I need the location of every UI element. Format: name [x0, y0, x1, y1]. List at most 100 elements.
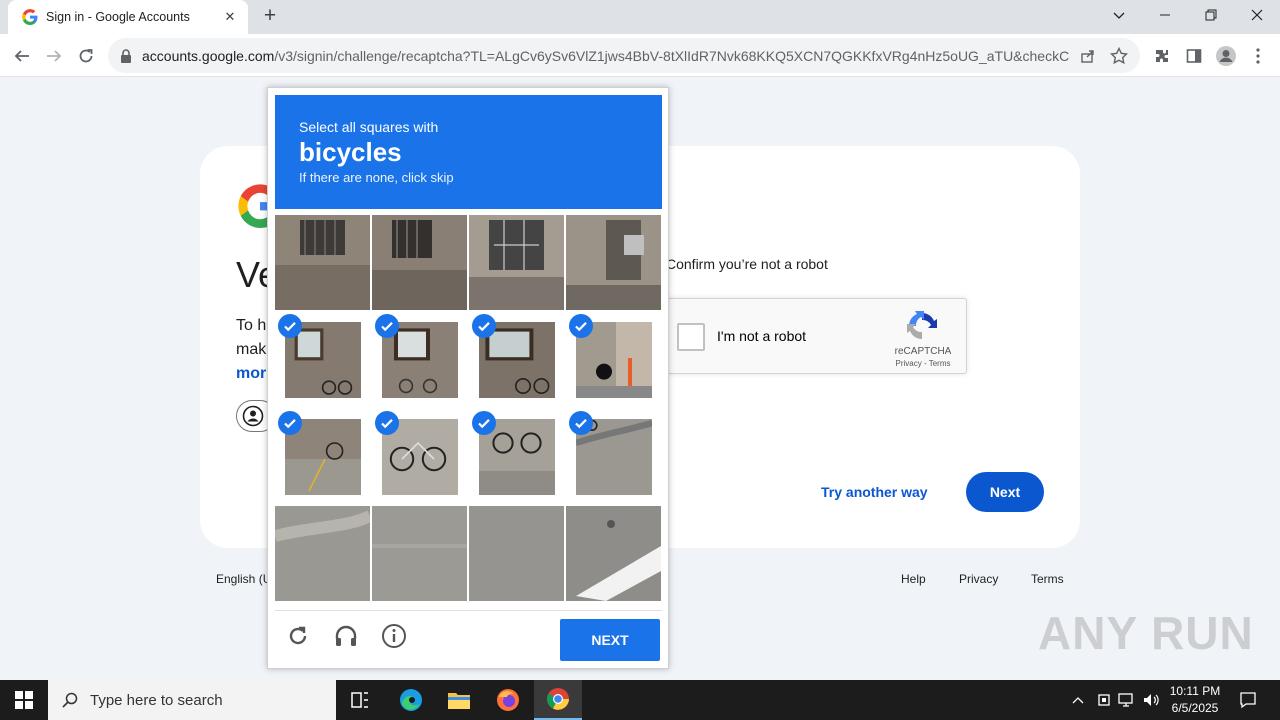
captcha-tile[interactable] — [372, 215, 467, 310]
tile-selected-check-icon — [375, 411, 399, 435]
account-circle-icon — [242, 405, 264, 427]
recaptcha-privacy-terms-link[interactable]: Privacy - Terms — [889, 359, 957, 368]
language-selector[interactable]: English (U — [216, 572, 271, 586]
learn-more-link[interactable]: mor — [236, 365, 266, 383]
new-tab-button[interactable]: + — [258, 5, 282, 29]
captcha-tile[interactable] — [469, 215, 564, 310]
not-robot-label: I'm not a robot — [717, 328, 807, 344]
challenge-footer: NEXT — [275, 610, 662, 662]
tray-device-icon[interactable] — [1094, 690, 1114, 710]
file-explorer-icon[interactable] — [435, 680, 483, 720]
address-bar[interactable]: accounts.google.com/v3/signin/challenge/… — [108, 38, 1140, 73]
tile-image — [372, 506, 467, 601]
captcha-tile[interactable] — [275, 312, 370, 407]
tile-selected-check-icon — [569, 411, 593, 435]
minimize-button[interactable] — [1142, 0, 1188, 30]
search-placeholder: Type here to search — [90, 691, 223, 709]
chrome-icon[interactable] — [534, 680, 582, 720]
tab-strip: Sign in - Google Accounts ✕ + — [0, 0, 1280, 34]
back-arrow-icon[interactable] — [8, 42, 36, 70]
tile-image — [469, 215, 564, 310]
browser-toolbar: accounts.google.com/v3/signin/challenge/… — [0, 34, 1280, 77]
recaptcha-widget: I'm not a robot reCAPTCHA Privacy - Term… — [664, 298, 967, 374]
firefox-icon[interactable] — [484, 680, 532, 720]
tile-selected-check-icon — [278, 314, 302, 338]
reload-challenge-icon[interactable] — [283, 621, 313, 651]
confirm-text: Confirm you’re not a robot — [666, 256, 828, 272]
tab-sign-in[interactable]: Sign in - Google Accounts ✕ — [8, 0, 248, 34]
clock-time: 10:11 PM — [1169, 684, 1221, 698]
captcha-tile[interactable] — [469, 506, 564, 601]
tray-overflow-chevron-icon[interactable] — [1068, 690, 1088, 710]
captcha-tile[interactable] — [469, 409, 564, 504]
description-line: To h — [236, 317, 267, 334]
forward-arrow-icon[interactable] — [40, 42, 68, 70]
info-icon[interactable] — [379, 621, 409, 651]
tab-search-chevron-icon[interactable] — [1096, 0, 1142, 30]
volume-icon[interactable] — [1140, 690, 1162, 710]
captcha-tile[interactable] — [275, 506, 370, 601]
recaptcha-challenge: Select all squares with bicycles If ther… — [267, 87, 669, 669]
captcha-tile[interactable] — [566, 312, 661, 407]
restore-button[interactable] — [1188, 0, 1234, 30]
browser-menu-icon[interactable] — [1244, 42, 1272, 70]
description-line: mak — [236, 341, 267, 358]
challenge-header: Select all squares with bicycles If ther… — [275, 95, 662, 209]
tile-image — [275, 215, 370, 310]
lock-icon — [121, 48, 131, 63]
close-window-button[interactable] — [1234, 0, 1280, 30]
footer-help-link[interactable]: Help — [901, 572, 926, 586]
search-icon — [62, 692, 78, 708]
captcha-tile[interactable] — [372, 409, 467, 504]
network-icon[interactable] — [1116, 690, 1138, 710]
tile-image — [372, 215, 467, 310]
challenge-instruction: Select all squares with — [299, 119, 439, 135]
challenge-skip-hint: If there are none, click skip — [299, 170, 454, 185]
url-text: accounts.google.com/v3/signin/challenge/… — [142, 47, 1070, 64]
tile-image — [566, 506, 661, 601]
captcha-tile[interactable] — [372, 506, 467, 601]
clock-date: 6/5/2025 — [1171, 701, 1219, 715]
tile-image — [469, 506, 564, 601]
bookmark-star-icon[interactable] — [1110, 46, 1128, 65]
challenge-next-button[interactable]: NEXT — [560, 619, 660, 661]
windows-taskbar: Type here to search 10:11 PM 6/5/2025 — [0, 680, 1280, 720]
next-button[interactable]: Next — [966, 472, 1044, 512]
extensions-puzzle-icon[interactable] — [1148, 42, 1176, 70]
captcha-tile[interactable] — [566, 409, 661, 504]
footer-terms-link[interactable]: Terms — [1031, 572, 1064, 586]
tile-selected-check-icon — [569, 314, 593, 338]
windows-logo-icon — [15, 691, 33, 709]
tile-selected-check-icon — [472, 314, 496, 338]
not-robot-checkbox[interactable] — [677, 323, 705, 351]
tile-image — [566, 215, 661, 310]
tab-title: Sign in - Google Accounts — [46, 10, 190, 24]
audio-challenge-headphones-icon[interactable] — [331, 621, 361, 651]
profile-avatar-icon[interactable] — [1212, 42, 1240, 70]
taskbar-search-box[interactable]: Type here to search — [48, 680, 336, 720]
tile-image — [275, 506, 370, 601]
reload-icon[interactable] — [72, 42, 100, 70]
captcha-tile[interactable] — [469, 312, 564, 407]
taskbar-clock[interactable]: 10:11 PM 6/5/2025 — [1160, 683, 1230, 717]
share-icon[interactable] — [1080, 48, 1096, 64]
captcha-tile[interactable] — [372, 312, 467, 407]
tile-selected-check-icon — [278, 411, 302, 435]
edge-browser-icon[interactable] — [387, 680, 435, 720]
captcha-tile[interactable] — [275, 409, 370, 504]
footer-privacy-link[interactable]: Privacy — [959, 572, 998, 586]
challenge-image-grid — [275, 215, 662, 602]
captcha-tile[interactable] — [566, 215, 661, 310]
try-another-way-link[interactable]: Try another way — [821, 484, 928, 500]
captcha-tile[interactable] — [275, 215, 370, 310]
tab-close-icon[interactable]: ✕ — [222, 9, 238, 25]
side-panel-icon[interactable] — [1180, 42, 1208, 70]
start-button[interactable] — [0, 680, 48, 720]
recaptcha-logo-icon — [907, 311, 937, 339]
tile-selected-check-icon — [375, 314, 399, 338]
captcha-tile[interactable] — [566, 506, 661, 601]
challenge-target-word: bicycles — [299, 137, 402, 167]
google-favicon-icon — [22, 9, 38, 25]
task-view-icon[interactable] — [336, 680, 384, 720]
notifications-icon[interactable] — [1236, 690, 1260, 710]
